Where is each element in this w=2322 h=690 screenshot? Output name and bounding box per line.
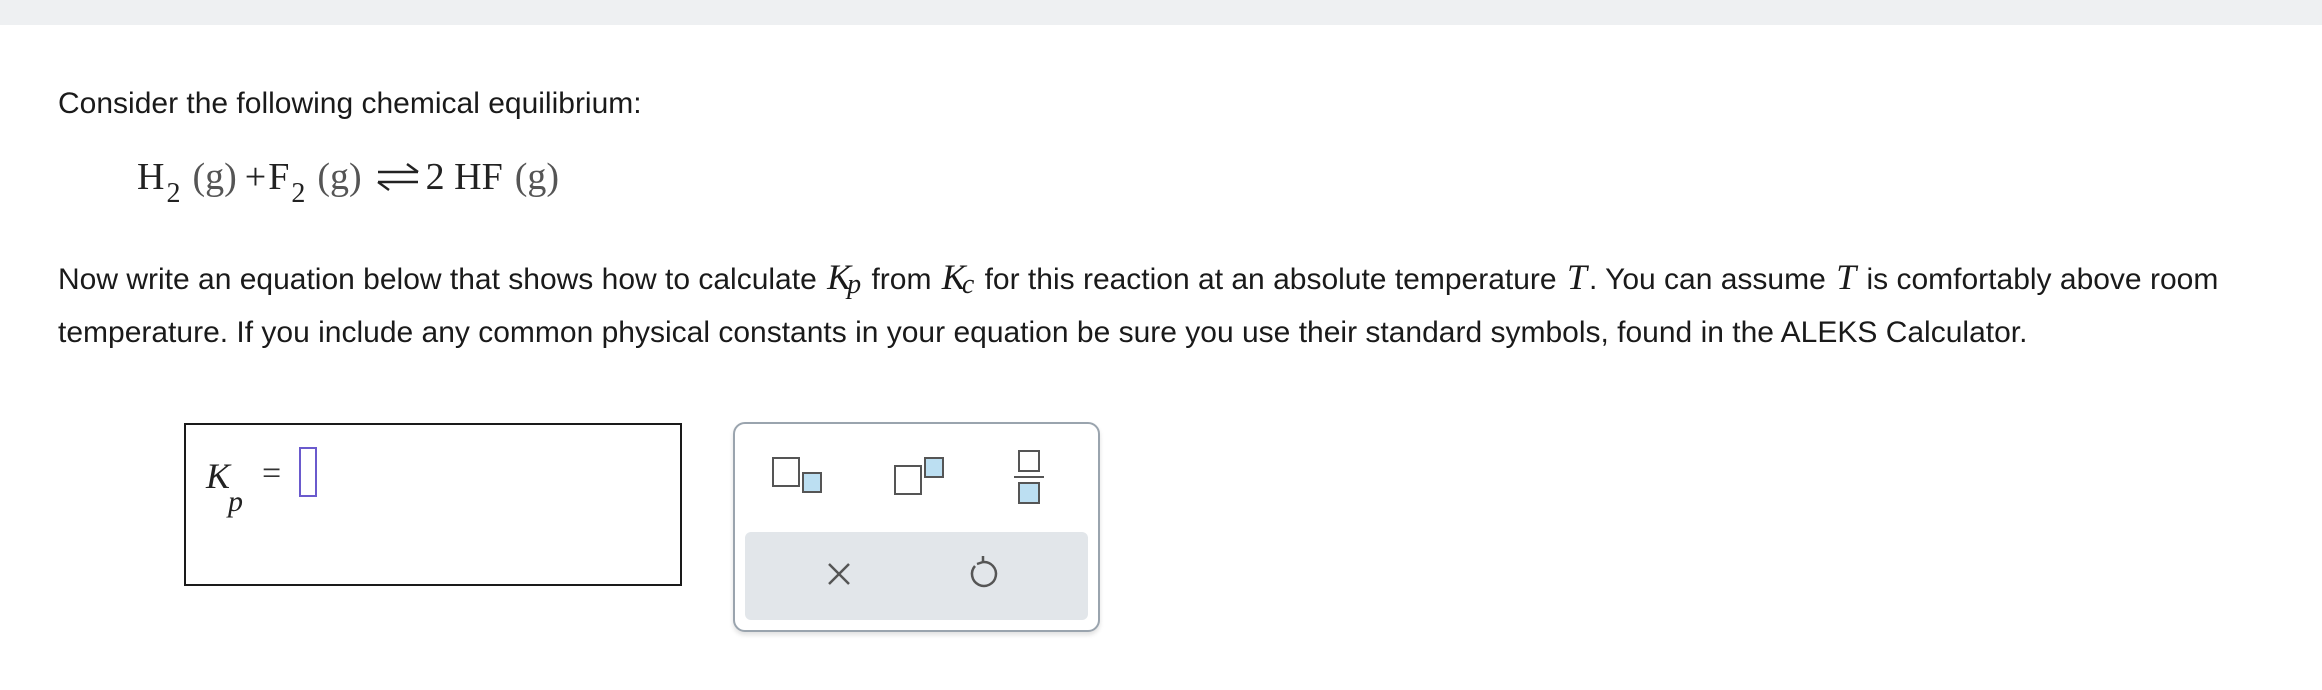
- reactant-f2-state: (g): [317, 156, 362, 198]
- plus-sign: +: [244, 156, 267, 198]
- undo-button[interactable]: [963, 554, 1003, 594]
- answer-kp-subscript: p: [228, 485, 243, 518]
- product-hf: 2 HF: [425, 156, 503, 198]
- superscript-button[interactable]: [893, 456, 949, 496]
- palette-action-bar: [745, 532, 1088, 620]
- temperature-symbol: T: [1566, 257, 1587, 297]
- problem-intro: Consider the following chemical equilibr…: [58, 87, 642, 120]
- subscript-button[interactable]: [771, 456, 827, 496]
- reactant-f2: F2: [268, 156, 306, 209]
- clear-button[interactable]: [821, 556, 857, 592]
- reactant-h2-state: (g): [192, 156, 237, 198]
- equilibrium-arrow-icon: [374, 161, 422, 191]
- undo-icon: [970, 556, 998, 588]
- subscript-icon: [772, 457, 822, 493]
- answer-equals-sign: =: [262, 455, 282, 492]
- superscript-icon: [894, 457, 944, 495]
- temperature-symbol-2: T: [1836, 257, 1857, 297]
- answer-input-box[interactable]: K p =: [184, 423, 682, 586]
- clear-icon: [828, 563, 850, 585]
- top-strip: [0, 0, 2322, 25]
- fraction-icon: [1014, 450, 1044, 504]
- math-palette: [733, 422, 1100, 632]
- fraction-button[interactable]: [1012, 449, 1046, 505]
- instruction-text: Now write an equation below that shows h…: [58, 251, 2288, 359]
- kc-symbol: Kc: [941, 257, 975, 300]
- answer-kp-symbol: K: [206, 456, 231, 496]
- kp-symbol: Kp: [827, 257, 862, 300]
- reactant-h2: H2: [137, 156, 181, 209]
- product-hf-state: (g): [514, 156, 560, 198]
- answer-input-cursor[interactable]: [299, 447, 317, 497]
- chemical-equation: H2 (g) +F2 (g) 2 HF (g): [137, 155, 559, 215]
